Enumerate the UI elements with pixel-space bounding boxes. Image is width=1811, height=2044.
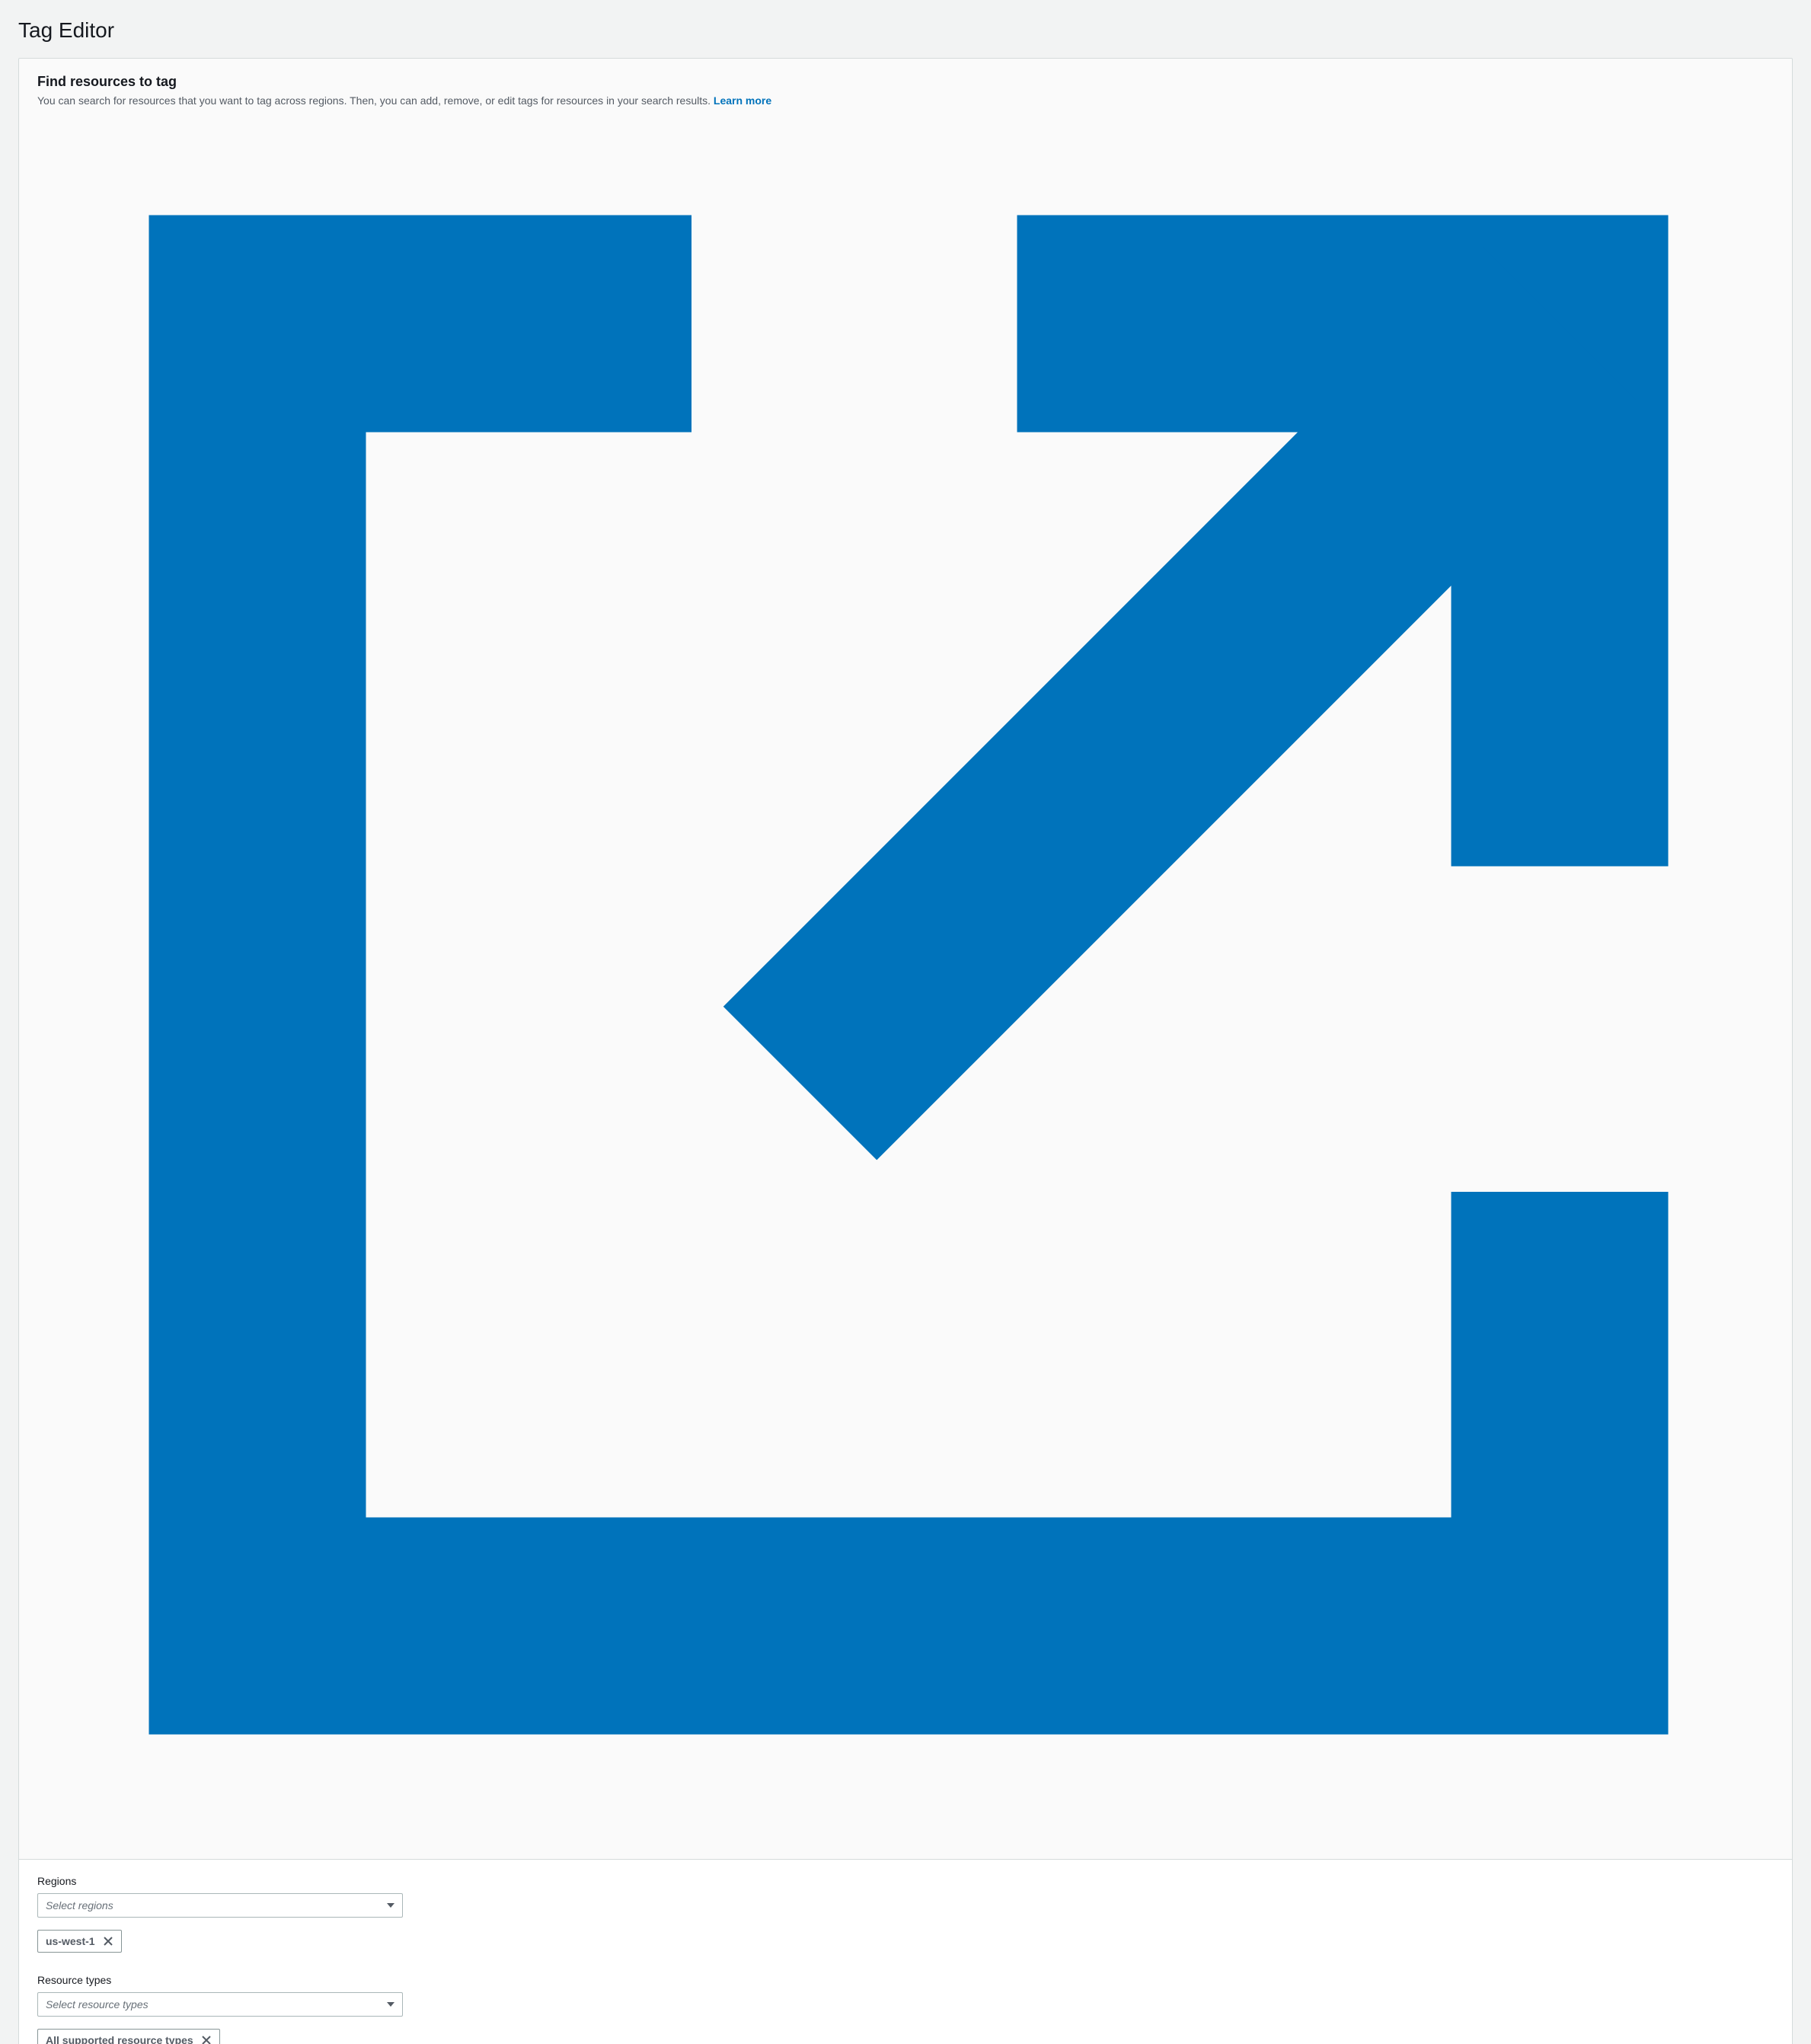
chevron-down-icon [387, 2001, 394, 2008]
find-resources-panel: Find resources to tag You can search for… [18, 58, 1793, 2044]
regions-select[interactable]: Select regions [37, 1893, 403, 1918]
regions-label: Regions [37, 1875, 1774, 1887]
resource-types-label: Resource types [37, 1974, 1774, 1986]
learn-more-text: Learn more [714, 94, 771, 107]
learn-more-link[interactable]: Learn more [37, 94, 1777, 1844]
resource-types-select[interactable]: Select resource types [37, 1992, 403, 2017]
panel-description: You can search for resources that you wa… [37, 94, 1774, 1845]
external-link-icon [40, 1833, 1777, 1845]
region-token: us-west-1 [37, 1930, 122, 1953]
chevron-down-icon [387, 1902, 394, 1909]
close-icon[interactable] [201, 2035, 212, 2044]
page-title: Tag Editor [18, 18, 1793, 43]
panel-heading: Find resources to tag [37, 74, 1774, 90]
panel-description-text: You can search for resources that you wa… [37, 94, 714, 107]
panel-header: Find resources to tag You can search for… [19, 59, 1792, 1860]
resource-types-placeholder: Select resource types [46, 1998, 149, 2010]
regions-tokens: us-west-1 [37, 1930, 1774, 1953]
resource-type-token: All supported resource types [37, 2029, 220, 2044]
regions-placeholder: Select regions [46, 1899, 113, 1911]
resource-types-tokens: All supported resource types [37, 2029, 1774, 2044]
resource-type-token-label: All supported resource types [46, 2034, 193, 2044]
panel-body: Regions Select regions us-west-1 [19, 1860, 1792, 2044]
region-token-label: us-west-1 [46, 1935, 95, 1947]
resource-types-group: Resource types Select resource types All… [37, 1974, 1774, 2044]
regions-group: Regions Select regions us-west-1 [37, 1875, 1774, 1953]
close-icon[interactable] [103, 1936, 113, 1947]
